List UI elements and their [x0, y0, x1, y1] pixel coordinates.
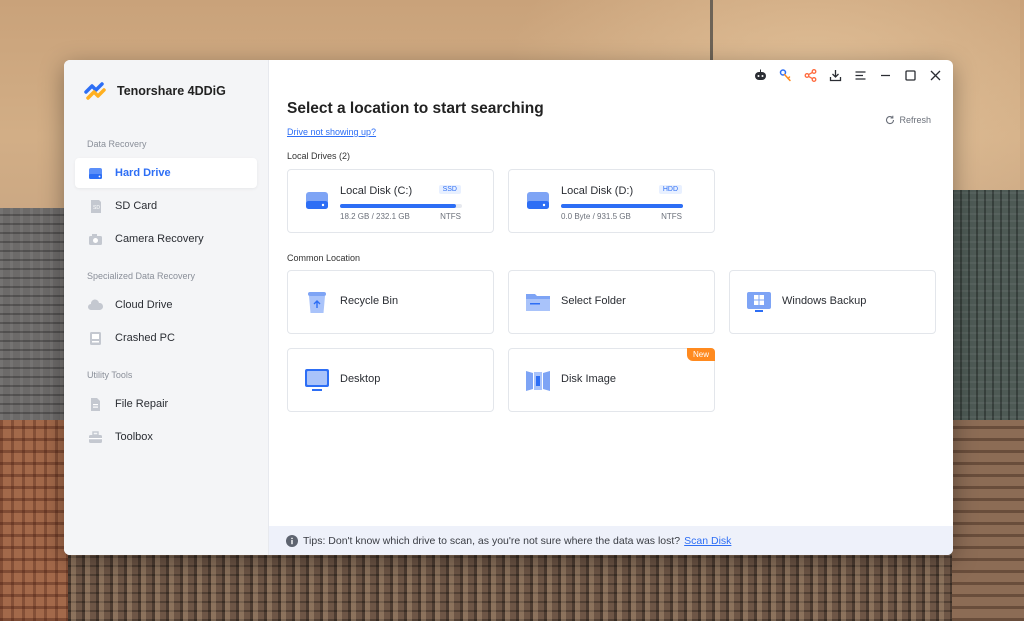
hard-drive-icon	[87, 165, 104, 182]
maximize-icon[interactable]	[901, 66, 920, 85]
drive-filesystem: NTFS	[440, 212, 461, 221]
cloud-icon	[87, 297, 104, 314]
app-name: Tenorshare 4DDiG	[117, 84, 226, 98]
scan-disk-link[interactable]: Scan Disk	[684, 535, 731, 547]
minimize-icon[interactable]	[876, 66, 895, 85]
location-name: Windows Backup	[782, 295, 867, 307]
file-repair-icon	[87, 396, 104, 413]
sd-card-icon: SD	[87, 198, 104, 215]
folder-icon	[526, 294, 550, 311]
local-drives-label: Local Drives (2)	[287, 151, 351, 161]
sidebar-item-hard-drive[interactable]: Hard Drive	[75, 158, 257, 188]
brand: Tenorshare 4DDiG	[64, 60, 268, 122]
sidebar-item-label: SD Card	[115, 200, 158, 212]
drive-usage-fill	[561, 204, 683, 208]
sidebar-item-toolbox[interactable]: Toolbox	[75, 422, 257, 452]
section-label-data-recovery: Data Recovery	[87, 139, 147, 149]
hard-disk-icon	[306, 192, 328, 209]
titlebar-controls	[751, 66, 945, 85]
disk-image-icon	[526, 371, 550, 391]
sidebar-item-sd-card[interactable]: SD SD Card	[75, 191, 257, 221]
drive-card-d[interactable]: Local Disk (D:) HDD 0.0 Byte / 931.5 GB …	[508, 169, 715, 233]
location-card-disk-image[interactable]: Disk Image New	[508, 348, 715, 412]
recycle-bin-icon	[308, 292, 326, 313]
location-name: Recycle Bin	[340, 295, 399, 307]
drive-not-showing-link[interactable]: Drive not showing up?	[287, 127, 376, 137]
sidebar-item-label: Toolbox	[115, 431, 153, 443]
location-card-select-folder[interactable]: Select Folder	[508, 270, 715, 334]
drive-type-badge: SSD	[438, 185, 461, 194]
drive-card-c[interactable]: Local Disk (C:) SSD 18.2 GB / 232.1 GB N…	[287, 169, 494, 233]
desktop-icon	[305, 369, 329, 391]
location-name: Desktop	[340, 373, 381, 385]
tips-text: Tips: Don't know which drive to scan, as…	[303, 534, 681, 547]
camera-icon	[87, 231, 104, 248]
drive-name: Local Disk (D:)	[561, 185, 634, 197]
sidebar-item-camera-recovery[interactable]: Camera Recovery	[75, 224, 257, 254]
location-card-recycle-bin[interactable]: Recycle Bin	[287, 270, 494, 334]
drive-name: Local Disk (C:)	[340, 185, 413, 197]
key-icon[interactable]	[776, 66, 795, 85]
building-left-lower	[0, 420, 68, 621]
menu-icon[interactable]	[851, 66, 870, 85]
toolbox-icon	[87, 429, 104, 446]
location-name: Disk Image	[561, 373, 617, 385]
hard-disk-icon	[527, 192, 549, 209]
app-logo-icon	[84, 82, 106, 100]
sidebar-item-crashed-pc[interactable]: Crashed PC	[75, 323, 257, 353]
drive-usage-bar	[561, 204, 683, 208]
tips-bar: Tips: Don't know which drive to scan, as…	[269, 526, 953, 555]
section-label-specialized: Specialized Data Recovery	[87, 271, 196, 281]
building-right-lower	[952, 420, 1024, 621]
location-name: Select Folder	[561, 295, 626, 307]
drive-type-badge: HDD	[658, 185, 682, 194]
refresh-label: Refresh	[899, 115, 931, 125]
share-icon[interactable]	[801, 66, 820, 85]
main-panel: Select a location to start searching Dri…	[269, 60, 953, 555]
location-card-desktop[interactable]: Desktop	[287, 348, 494, 412]
sidebar-item-cloud-drive[interactable]: Cloud Drive	[75, 290, 257, 320]
refresh-button[interactable]: Refresh	[885, 115, 931, 125]
sidebar-item-label: File Repair	[115, 398, 169, 410]
building-bottom	[68, 555, 952, 621]
drive-filesystem: NTFS	[661, 212, 682, 221]
drive-size: 0.0 Byte / 931.5 GB	[561, 212, 631, 221]
sidebar-item-label: Crashed PC	[115, 332, 175, 344]
crashed-pc-icon	[87, 330, 104, 347]
close-icon[interactable]	[926, 66, 945, 85]
sidebar-item-file-repair[interactable]: File Repair	[75, 389, 257, 419]
info-icon	[286, 534, 298, 547]
windows-backup-icon	[747, 292, 771, 312]
sidebar-item-label: Hard Drive	[115, 167, 171, 179]
antenna	[710, 0, 713, 62]
app-window: Tenorshare 4DDiG Data Recovery Hard Driv…	[64, 60, 953, 555]
sidebar-item-label: Camera Recovery	[115, 233, 204, 245]
drive-usage-fill	[340, 204, 456, 208]
location-card-windows-backup[interactable]: Windows Backup	[729, 270, 936, 334]
sidebar: Tenorshare 4DDiG Data Recovery Hard Driv…	[64, 60, 269, 555]
assistant-bot-icon[interactable]	[751, 66, 770, 85]
page-title: Select a location to start searching	[287, 100, 544, 117]
svg-text:SD: SD	[93, 205, 100, 211]
section-label-utility: Utility Tools	[87, 370, 133, 380]
common-location-label: Common Location	[287, 253, 361, 263]
new-badge: New	[686, 348, 715, 361]
sidebar-item-label: Cloud Drive	[115, 299, 173, 311]
download-icon[interactable]	[826, 66, 845, 85]
drive-size: 18.2 GB / 232.1 GB	[340, 212, 410, 221]
drive-usage-bar	[340, 204, 462, 208]
refresh-icon	[886, 115, 895, 125]
